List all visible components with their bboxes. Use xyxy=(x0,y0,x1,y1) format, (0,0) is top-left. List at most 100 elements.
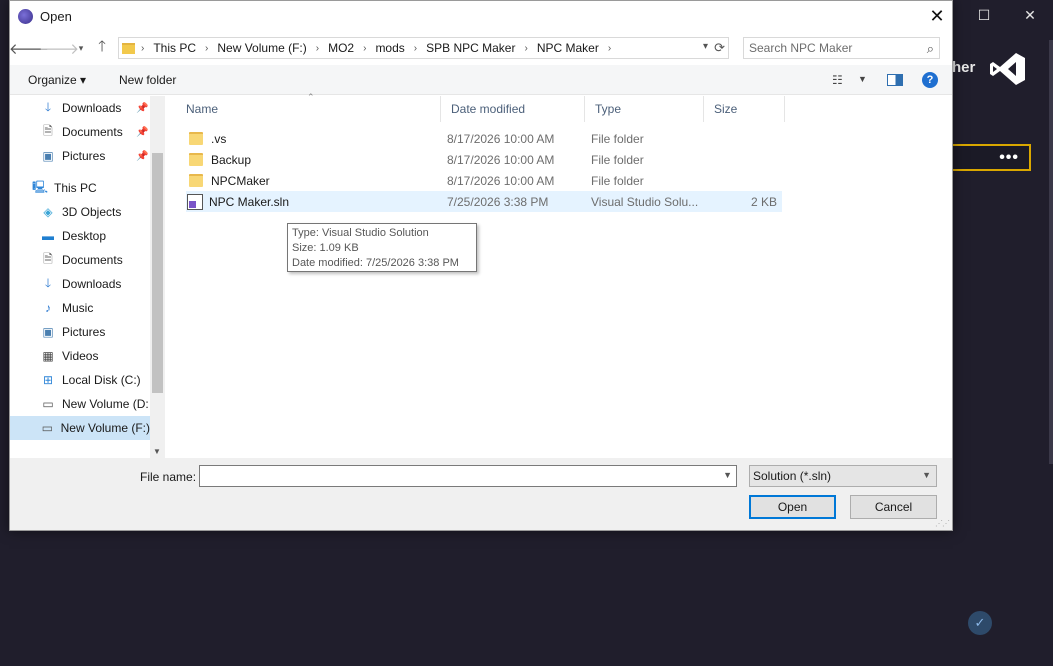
search-icon[interactable]: ⌕ xyxy=(927,41,934,57)
nav-item-documents[interactable]: 🗎 Documents xyxy=(10,248,150,272)
view-options-icon[interactable]: ☷ xyxy=(832,73,843,87)
chevron-down-icon[interactable]: ▾ xyxy=(703,41,708,52)
folder-icon xyxy=(189,174,203,187)
address-bar[interactable]: › This PC › New Volume (F:) › MO2 › mods… xyxy=(118,37,729,59)
file-type-filter-select[interactable]: Solution (*.sln) ▼ xyxy=(749,465,937,487)
file-row-vs[interactable]: .vs 8/17/2026 10:00 AM File folder xyxy=(186,128,782,149)
recent-locations-chevron-icon[interactable]: ▾ xyxy=(72,38,90,58)
close-dialog-button[interactable]: ✕ xyxy=(922,1,952,31)
download-arrow-icon: 🡓 xyxy=(44,99,52,114)
nav-item-downloads-quick[interactable]: 🡓 Downloads 📌 xyxy=(10,96,150,120)
more-options-icon[interactable]: ••• xyxy=(999,149,1019,167)
pin-icon[interactable]: 📌 xyxy=(136,103,148,114)
breadcrumb-separator-icon[interactable]: › xyxy=(316,43,319,54)
music-note-icon: ♪ xyxy=(45,301,51,315)
folder-icon xyxy=(189,153,203,166)
breadcrumb-new-volume-f[interactable]: New Volume (F:) xyxy=(217,41,306,55)
close-icon[interactable]: ✕ xyxy=(1007,0,1053,30)
breadcrumb-separator-icon[interactable]: › xyxy=(363,43,366,54)
nav-item-videos[interactable]: ▦ Videos xyxy=(10,344,150,368)
file-row-backup[interactable]: Backup 8/17/2026 10:00 AM File folder xyxy=(186,149,782,170)
nav-scrollbar[interactable]: ▼ xyxy=(150,96,165,458)
nav-item-this-pc[interactable]: 🖳 This PC xyxy=(10,176,150,200)
breadcrumb-separator-icon[interactable]: › xyxy=(414,43,417,54)
column-header-name[interactable]: Name ⌃ xyxy=(176,92,441,122)
nav-item-desktop[interactable]: ▬ Desktop xyxy=(10,224,150,248)
nav-item-pictures[interactable]: ▣ Pictures xyxy=(10,320,150,344)
file-row-npc-maker-sln[interactable]: NPC Maker.sln 7/25/2026 3:38 PM Visual S… xyxy=(186,191,782,212)
file-tooltip: Type: Visual Studio Solution Size: 1.09 … xyxy=(287,223,477,272)
resize-grip-icon[interactable]: ⋰⋰ xyxy=(935,519,950,528)
organize-button[interactable]: Organize ▾ xyxy=(28,73,86,87)
nav-item-new-volume-d[interactable]: ▭ New Volume (D: xyxy=(10,392,150,416)
breadcrumb-separator-icon[interactable]: › xyxy=(524,43,527,54)
sort-ascending-icon: ⌃ xyxy=(307,92,315,102)
file-list: Name ⌃ Date modified Type Size .vs 8/17/… xyxy=(176,92,952,458)
back-arrow-icon[interactable]: 🡐 xyxy=(9,38,49,58)
file-name-input[interactable] xyxy=(200,466,715,486)
visual-studio-logo-icon xyxy=(990,53,1025,85)
breadcrumb-separator-icon[interactable]: › xyxy=(608,43,611,54)
film-icon: ▦ xyxy=(42,349,54,363)
breadcrumb-spb-npc-maker[interactable]: SPB NPC Maker xyxy=(426,41,515,55)
chevron-down-icon[interactable]: ▼ xyxy=(858,74,867,84)
dialog-title: Open xyxy=(40,8,72,24)
search-box[interactable]: ⌕ xyxy=(743,37,940,59)
desktop-icon: ▬ xyxy=(42,229,54,243)
folder-icon xyxy=(122,42,135,54)
breadcrumb-npc-maker[interactable]: NPC Maker xyxy=(537,41,599,55)
vs-search-bar[interactable]: ••• xyxy=(953,144,1031,171)
vs-scrollbar[interactable] xyxy=(1049,40,1053,464)
document-icon: 🗎 xyxy=(43,123,53,138)
breadcrumb-this-pc[interactable]: This PC xyxy=(153,41,196,55)
breadcrumb-separator-icon[interactable]: › xyxy=(141,43,144,54)
vs-solution-icon xyxy=(187,193,203,210)
nav-item-music[interactable]: ♪ Music xyxy=(10,296,150,320)
chevron-down-icon[interactable]: ▼ xyxy=(922,470,931,480)
preview-pane-icon[interactable] xyxy=(887,74,903,86)
forward-arrow-icon[interactable]: 🡒 xyxy=(39,38,79,58)
new-folder-button[interactable]: New folder xyxy=(119,73,176,87)
computer-icon: 🖳 xyxy=(32,179,49,194)
open-file-dialog: Open ✕ 🡐 🡒 ▾ 🡑 › This PC › New Volume (F… xyxy=(9,0,953,531)
pin-icon[interactable]: 📌 xyxy=(136,127,148,138)
refresh-icon[interactable]: ⟳ xyxy=(714,40,725,56)
nav-item-documents-quick[interactable]: 🗎 Documents 📌 xyxy=(10,120,150,144)
column-header-size[interactable]: Size xyxy=(704,96,785,122)
help-icon[interactable]: ? xyxy=(922,72,938,88)
maximize-icon[interactable]: ☐ xyxy=(961,0,1007,30)
tooltip-type: Type: Visual Studio Solution xyxy=(292,227,429,239)
address-row: 🡐 🡒 ▾ 🡑 › This PC › New Volume (F:) › MO… xyxy=(9,35,952,61)
cube-icon: ◈ xyxy=(43,205,53,219)
file-name-label: File name: xyxy=(140,470,197,484)
column-header-date[interactable]: Date modified xyxy=(441,96,585,122)
nav-item-local-disk-c[interactable]: ⊞ Local Disk (C:) xyxy=(10,368,150,392)
folder-icon xyxy=(189,132,203,145)
nav-item-downloads[interactable]: 🡓 Downloads xyxy=(10,272,150,296)
up-arrow-icon[interactable]: 🡑 xyxy=(93,38,111,58)
dialog-title-bar[interactable]: Open ✕ xyxy=(10,1,952,31)
nav-item-3d-objects[interactable]: ◈ 3D Objects xyxy=(10,200,150,224)
command-toolbar: Organize ▾ New folder ☷ ▼ ? xyxy=(10,65,952,95)
file-name-combobox[interactable]: ▼ xyxy=(199,465,737,487)
drive-icon: ▭ xyxy=(42,397,54,411)
open-button[interactable]: Open xyxy=(749,495,836,519)
pin-icon[interactable]: 📌 xyxy=(136,151,148,162)
chevron-down-icon[interactable]: ▼ xyxy=(153,447,161,456)
drive-icon: ▭ xyxy=(41,421,53,435)
nav-scroll-thumb[interactable] xyxy=(152,153,163,393)
search-input[interactable] xyxy=(749,41,919,55)
cancel-button[interactable]: Cancel xyxy=(850,495,937,519)
dialog-footer: File name: ▼ Solution (*.sln) ▼ Open Can… xyxy=(10,458,952,530)
check-circle-icon: ✓ xyxy=(968,611,992,635)
column-header-type[interactable]: Type xyxy=(585,96,704,122)
download-arrow-icon: 🡓 xyxy=(44,275,52,290)
nav-item-pictures-quick[interactable]: ▣ Pictures 📌 xyxy=(10,144,150,168)
chevron-down-icon[interactable]: ▼ xyxy=(723,470,732,480)
breadcrumb-mods[interactable]: mods xyxy=(375,41,404,55)
file-row-npcmaker[interactable]: NPCMaker 8/17/2026 10:00 AM File folder xyxy=(186,170,782,191)
breadcrumb-separator-icon[interactable]: › xyxy=(205,43,208,54)
breadcrumb-mo2[interactable]: MO2 xyxy=(328,41,354,55)
nav-item-new-volume-f[interactable]: ▭ New Volume (F:) xyxy=(10,416,150,440)
picture-icon: ▣ xyxy=(42,325,54,339)
